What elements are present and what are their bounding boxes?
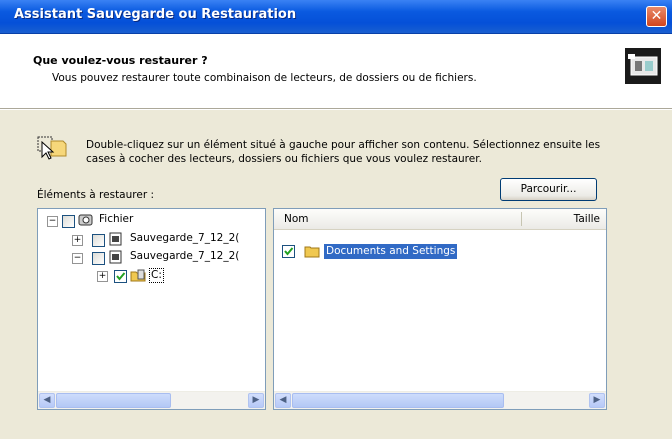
tree-item-backup-1[interactable]: + Sauvegarde_7_12_2( (38, 231, 265, 249)
tree-checkbox[interactable] (62, 215, 75, 228)
scroll-left-icon[interactable]: ◀ (39, 393, 55, 408)
backup-file-icon (108, 250, 124, 264)
page-title: Que voulez-vous restaurer ? (33, 54, 208, 67)
close-icon: ✕ (650, 8, 663, 24)
scroll-left-icon[interactable]: ◀ (275, 393, 291, 408)
scroll-thumb[interactable] (292, 393, 504, 408)
tree-checkbox[interactable] (92, 234, 105, 247)
close-button[interactable]: ✕ (646, 6, 667, 27)
scroll-thumb[interactable] (56, 393, 171, 408)
tree-item-label: Fichier (99, 213, 134, 225)
tree-item-label: C: (149, 268, 164, 283)
collapse-icon[interactable]: − (47, 216, 58, 227)
elements-label: Éléments à restaurer : (37, 189, 155, 201)
expand-icon[interactable]: + (72, 235, 83, 246)
tree-checkbox[interactable] (92, 252, 105, 265)
backup-file-icon (108, 232, 124, 246)
header-divider (0, 108, 672, 110)
window-title: Assistant Sauvegarde ou Restauration (14, 7, 297, 22)
drive-folder-icon (130, 268, 146, 282)
column-header-name[interactable]: Nom (284, 213, 309, 225)
list-item-label: Documents and Settings (324, 244, 458, 259)
expand-icon[interactable]: + (97, 271, 108, 282)
scroll-right-icon[interactable]: ▶ (248, 393, 264, 408)
tree-item-drive-c[interactable]: + C: (38, 267, 265, 285)
backup-restore-icon (625, 48, 661, 84)
click-cursor-icon (37, 136, 71, 166)
wizard-header: Que voulez-vous restaurer ? Vous pouvez … (0, 34, 672, 109)
tree-item-label: Sauvegarde_7_12_2( (130, 250, 240, 262)
tree-item-label: Sauvegarde_7_12_2( (130, 232, 240, 244)
tree-item-backup-2[interactable]: − Sauvegarde_7_12_2( (38, 249, 265, 267)
page-subtitle: Vous pouvez restaurer toute combinaison … (52, 72, 477, 84)
file-backup-icon (78, 213, 94, 227)
instructions-text: Double-cliquez sur un élément situé à ga… (86, 139, 601, 165)
column-header-size[interactable]: Taille (574, 213, 600, 225)
horizontal-scrollbar[interactable]: ◀ ▶ (38, 391, 265, 409)
list-header: Nom Taille (274, 209, 606, 230)
tree-view[interactable]: − Fichier + Sauvegarde_7_12_2( − Sauvega… (37, 208, 266, 410)
browse-button[interactable]: Parcourir... (500, 178, 597, 201)
collapse-icon[interactable]: − (72, 253, 83, 264)
horizontal-scrollbar[interactable]: ◀ ▶ (274, 391, 606, 409)
tree-item-fichier[interactable]: − Fichier (38, 212, 258, 230)
folder-icon (304, 244, 320, 258)
title-bar: Assistant Sauvegarde ou Restauration ✕ (0, 0, 672, 34)
scroll-right-icon[interactable]: ▶ (589, 393, 605, 408)
file-list[interactable]: Nom Taille Documents and Settings ◀ ▶ (273, 208, 607, 410)
column-divider[interactable] (521, 212, 522, 226)
list-checkbox-checked[interactable] (282, 245, 295, 258)
tree-checkbox-checked[interactable] (114, 270, 127, 283)
